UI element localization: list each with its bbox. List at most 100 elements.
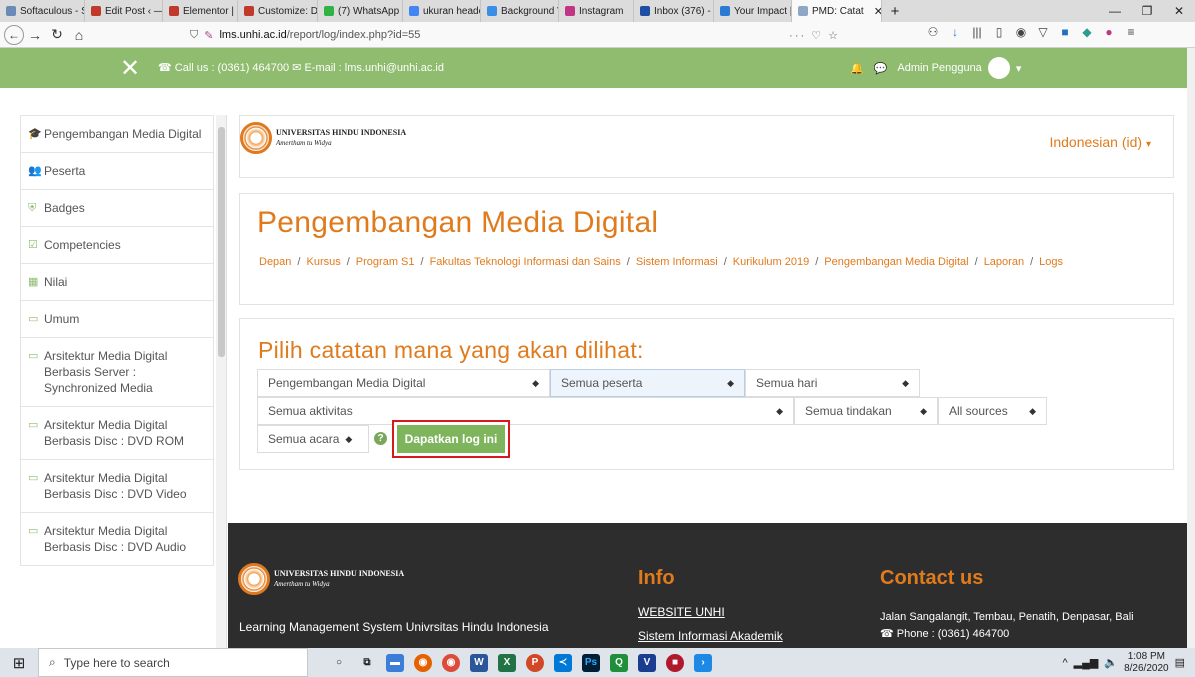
sidebar-item[interactable]: ▭ Umum bbox=[20, 300, 214, 338]
breadcrumb-link[interactable]: Fakultas Teknologi Informasi dan Sains bbox=[430, 256, 621, 268]
breadcrumb-separator: / bbox=[626, 256, 630, 268]
action-select[interactable]: Semua tindakan ◆ bbox=[794, 397, 938, 425]
sidebar-item[interactable]: ⛨ Badges bbox=[20, 189, 214, 227]
taskbar-search-input[interactable]: ⌕ Type here to search bbox=[38, 648, 308, 677]
powerpoint-icon[interactable]: P bbox=[526, 653, 544, 672]
home-icon[interactable]: ⌂ bbox=[68, 27, 90, 43]
breadcrumb-link[interactable]: Kursus bbox=[306, 256, 340, 268]
breadcrumb-link[interactable]: Sistem Informasi bbox=[636, 256, 718, 268]
browser-tab[interactable]: Your Impact | T bbox=[714, 0, 792, 22]
browser-tab[interactable]: ukuran header bbox=[403, 0, 481, 22]
shield-icon: ⛉ bbox=[190, 28, 199, 41]
browser-tab[interactable]: Softaculous - S bbox=[0, 0, 85, 22]
breadcrumb-link[interactable]: Program S1 bbox=[356, 256, 415, 268]
sidebar-item[interactable]: ▭ Arsitektur Media Digital Berbasis Disc … bbox=[20, 406, 214, 460]
extension-colorful-icon[interactable]: ◆ bbox=[1080, 25, 1094, 39]
chrome-icon[interactable]: ◉ bbox=[442, 653, 460, 672]
close-tab-icon[interactable]: ✕ bbox=[874, 5, 881, 18]
overflow-menu-icon[interactable]: ≡ bbox=[1124, 25, 1138, 39]
filter-icon[interactable]: ▽ bbox=[1036, 25, 1050, 39]
minimize-icon[interactable]: — bbox=[1099, 4, 1131, 18]
breadcrumb-link[interactable]: Laporan bbox=[984, 256, 1024, 268]
sidebar-item[interactable]: 👥 Peserta bbox=[20, 152, 214, 190]
browser-tab[interactable]: Inbox (376) - l bbox=[634, 0, 714, 22]
participant-select[interactable]: Semua peserta ◆ bbox=[550, 369, 745, 397]
windows-start-icon[interactable]: ⊞ bbox=[0, 654, 38, 672]
event-select[interactable]: Semua acara ◆ bbox=[257, 425, 369, 453]
cortana-icon[interactable]: ○ bbox=[330, 654, 348, 672]
word-icon[interactable]: W bbox=[470, 653, 488, 672]
select-arrow-icon: ◆ bbox=[920, 405, 927, 416]
sidebar-item[interactable]: ▭ Arsitektur Media Digital Berbasis Serve… bbox=[20, 337, 214, 407]
extension-icon[interactable]: ◉ bbox=[1014, 25, 1028, 39]
activity-select[interactable]: Semua aktivitas ◆ bbox=[257, 397, 794, 425]
sidebar-item[interactable]: ▦ Nilai bbox=[20, 263, 214, 301]
download-icon[interactable]: ↓ bbox=[948, 25, 962, 39]
vscode-icon[interactable]: ≺ bbox=[554, 653, 572, 672]
sidebar-item[interactable]: ☑ Competencies bbox=[20, 226, 214, 264]
notification-bell-icon[interactable]: 🔔 bbox=[850, 62, 864, 75]
source-select[interactable]: All sources ◆ bbox=[938, 397, 1047, 425]
sidebar-icon[interactable]: ▯ bbox=[992, 25, 1006, 39]
volume-icon[interactable]: 🔈 bbox=[1104, 656, 1118, 669]
app-red-icon[interactable]: ■ bbox=[666, 653, 684, 672]
account-icon[interactable]: ⚇ bbox=[926, 25, 940, 39]
excel-icon[interactable]: X bbox=[498, 653, 516, 672]
extension-pink-icon[interactable]: ● bbox=[1102, 25, 1116, 39]
browser-tab[interactable]: (7) WhatsApp bbox=[318, 0, 403, 22]
breadcrumb-link[interactable]: Pengembangan Media Digital bbox=[824, 256, 968, 268]
page-actions-icons[interactable]: ··· ♡ ☆ bbox=[789, 29, 840, 42]
browser-tab[interactable]: Customize: Do bbox=[238, 0, 318, 22]
browser-tab[interactable]: Elementor | Do bbox=[163, 0, 238, 22]
course-sidebar: 🎓 Pengembangan Media Digital 👥 Peserta ⛨ Badg… bbox=[20, 115, 227, 648]
tab-label: Background Vi bbox=[501, 5, 558, 17]
app-green-icon[interactable]: Q bbox=[610, 653, 628, 672]
browser-tab[interactable]: Background Vi bbox=[481, 0, 559, 22]
app-v-icon[interactable]: V bbox=[638, 653, 656, 672]
url-bar[interactable]: ⛉ ✎ lms.unhi.ac.id/report/log/index.php?… bbox=[190, 25, 840, 45]
get-logs-button[interactable]: Dapatkan log ini bbox=[392, 420, 510, 458]
tab-active[interactable]: PMD: Catat ✕ bbox=[792, 0, 882, 22]
task-view-icon[interactable]: ⧉ bbox=[358, 654, 376, 672]
language-selector[interactable]: Indonesian (id) ▾ bbox=[1049, 134, 1151, 150]
reload-icon[interactable]: ↻ bbox=[46, 26, 68, 43]
page-scrollbar[interactable] bbox=[1187, 48, 1195, 648]
tab-label: Instagram bbox=[579, 5, 624, 17]
network-icon[interactable]: ▂▄▆ bbox=[1074, 656, 1099, 669]
app-arrow-icon[interactable]: › bbox=[694, 653, 712, 672]
messages-icon[interactable]: 💬 bbox=[874, 62, 888, 75]
breadcrumb-link[interactable]: Depan bbox=[259, 256, 291, 268]
clock[interactable]: 1:08 PM 8/26/2020 bbox=[1124, 651, 1169, 675]
help-icon[interactable]: ? bbox=[374, 432, 387, 445]
new-tab-button[interactable]: + bbox=[882, 0, 908, 22]
notification-center-icon[interactable]: ▤ bbox=[1175, 656, 1185, 669]
university-logo[interactable]: UNIVERSITAS HINDU INDONESIA Amertham tu W… bbox=[240, 122, 406, 154]
phone-icon: ☎ bbox=[880, 628, 894, 640]
sidebar-item[interactable]: ▭ Arsitektur Media Digital Berbasis Disc … bbox=[20, 459, 214, 513]
firefox-icon[interactable]: ◉ bbox=[414, 653, 432, 672]
day-select[interactable]: Semua hari ◆ bbox=[745, 369, 920, 397]
footer-link-siakad[interactable]: Sistem Informasi Akademik bbox=[638, 629, 783, 643]
user-menu[interactable]: Admin Pengguna ▾ bbox=[897, 57, 1021, 79]
footer-link-website[interactable]: WEBSITE UNHI bbox=[638, 605, 725, 619]
sidebar-scroll-thumb[interactable] bbox=[218, 127, 225, 357]
library-icon[interactable]: ||| bbox=[970, 25, 984, 39]
breadcrumb-link[interactable]: Kurikulum 2019 bbox=[733, 256, 809, 268]
course-select[interactable]: Pengembangan Media Digital ◆ bbox=[257, 369, 550, 397]
forward-arrow-icon[interactable]: → bbox=[24, 27, 46, 43]
sidebar-item[interactable]: 🎓 Pengembangan Media Digital bbox=[20, 115, 214, 153]
browser-tab[interactable]: Instagram bbox=[559, 0, 634, 22]
restore-icon[interactable]: ❐ bbox=[1131, 4, 1163, 18]
breadcrumb-link[interactable]: Logs bbox=[1039, 256, 1063, 268]
browser-tab[interactable]: Edit Post ‹ — W bbox=[85, 0, 163, 22]
sidebar-item[interactable]: ▭ Arsitektur Media Digital Berbasis Disc … bbox=[20, 512, 214, 566]
close-drawer-icon[interactable]: ✕ bbox=[120, 54, 140, 83]
photoshop-icon[interactable]: Ps bbox=[582, 653, 600, 672]
windows-taskbar: ⊞ ⌕ Type here to search ○ ⧉ ▬ ◉ ◉ W X P … bbox=[0, 648, 1195, 677]
tray-expand-icon[interactable]: ^ bbox=[1063, 657, 1068, 669]
tab-label: Customize: Do bbox=[258, 5, 318, 17]
close-window-icon[interactable]: ✕ bbox=[1163, 4, 1195, 18]
extension-blue-icon[interactable]: ■ bbox=[1058, 25, 1072, 39]
back-arrow-icon[interactable]: ← bbox=[4, 24, 24, 45]
file-explorer-icon[interactable]: ▬ bbox=[386, 653, 404, 672]
